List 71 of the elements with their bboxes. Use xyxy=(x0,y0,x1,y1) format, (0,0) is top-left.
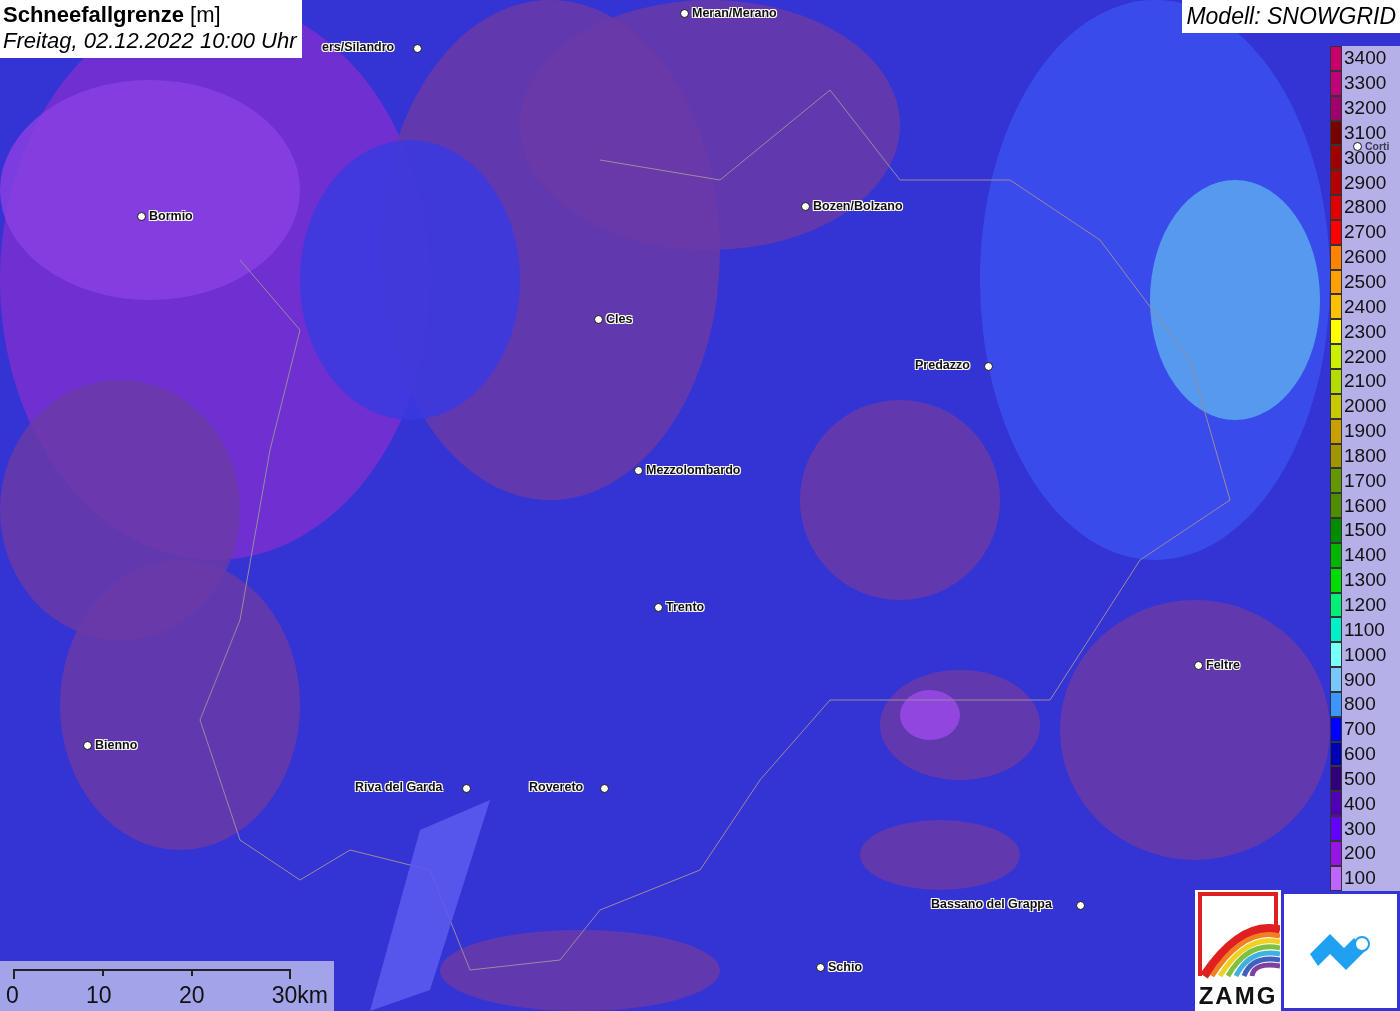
legend-label: 2800 xyxy=(1344,196,1387,219)
city-label: Corti xyxy=(1365,140,1390,152)
city-marker-icon xyxy=(1194,660,1203,670)
city-marker-icon xyxy=(600,784,609,793)
legend-label: 1600 xyxy=(1344,494,1387,517)
legend-label: 1100 xyxy=(1344,618,1385,641)
scale-label: 20 xyxy=(178,982,205,1009)
legend-label: 300 xyxy=(1344,817,1376,840)
scale-label: 10 xyxy=(86,982,112,1009)
legend-label: 1800 xyxy=(1344,444,1387,467)
legend-label: 1700 xyxy=(1344,469,1387,492)
city-label: Rovereto xyxy=(529,780,584,794)
city-marker-icon xyxy=(654,602,663,612)
city-marker-icon xyxy=(1076,901,1085,910)
legend-label: 200 xyxy=(1344,842,1376,865)
legend-label: 100 xyxy=(1344,867,1376,890)
legend-label: 3400 xyxy=(1344,47,1387,70)
city-label: Riva del Garda xyxy=(355,780,443,794)
city-marker-icon xyxy=(634,465,643,475)
legend-label: 800 xyxy=(1344,693,1376,716)
legend-label: 2100 xyxy=(1344,370,1387,393)
city-label: Bassano del Grappa xyxy=(931,897,1052,911)
city-label: Cles xyxy=(606,312,633,326)
city-label: Mezzolombardo xyxy=(646,463,741,477)
legend-label: 3200 xyxy=(1344,97,1387,120)
legend-label: 3100 xyxy=(1344,121,1387,143)
city-label: Predazzo xyxy=(915,358,970,372)
legend-label: 2600 xyxy=(1344,246,1387,269)
legend-label: 1300 xyxy=(1344,569,1387,592)
city-label: ers/Silandro xyxy=(322,40,395,54)
legend-label: 700 xyxy=(1344,718,1376,741)
city-marker-icon xyxy=(83,740,92,750)
model-label: Modell: SNOWGRID xyxy=(1182,0,1400,33)
legend-label: 2400 xyxy=(1344,295,1387,318)
legend-label: 3300 xyxy=(1344,72,1387,95)
logo-text: ZAMG xyxy=(1198,982,1278,1010)
legend-label: 1400 xyxy=(1344,544,1387,567)
legend-label: 2200 xyxy=(1344,345,1387,368)
map-title: Schneefallgrenze [m] xyxy=(3,2,222,28)
city-marker-icon xyxy=(801,201,810,211)
legend-label: 1000 xyxy=(1344,643,1387,666)
scale-ruler-icon xyxy=(13,966,293,980)
legend-label: 400 xyxy=(1344,792,1376,815)
city-label: Meran/Merano xyxy=(692,6,777,20)
legend-label: 600 xyxy=(1344,743,1376,766)
city-marker-icon xyxy=(413,44,422,53)
legend-label: 2000 xyxy=(1344,395,1387,418)
city-label: Schio xyxy=(828,960,863,974)
city-marker-icon xyxy=(137,211,146,221)
legend-label: 2900 xyxy=(1344,171,1387,194)
city-label: Bozen/Bolzano xyxy=(813,199,903,213)
city-marker-icon xyxy=(594,314,603,324)
legend-label: 1500 xyxy=(1344,519,1387,542)
legend-label: 500 xyxy=(1344,767,1376,790)
legend-label: 2700 xyxy=(1344,221,1387,244)
city-marker-icon xyxy=(680,8,689,18)
city-label: Bormio xyxy=(149,209,193,223)
legend-label: 1200 xyxy=(1344,594,1387,616)
scale-label: 0 xyxy=(6,982,19,1009)
city-marker-icon xyxy=(816,962,825,972)
city-label: Feltre xyxy=(1206,658,1241,672)
legend-label: 2300 xyxy=(1344,320,1387,343)
map-date: Freitag, 02.12.2022 10:00 Uhr xyxy=(3,28,297,54)
legend-label: 900 xyxy=(1344,668,1376,691)
city-label: Bienno xyxy=(95,738,138,752)
city-label: Trento xyxy=(666,600,705,614)
legend-label: 1900 xyxy=(1344,420,1387,443)
scale-label: 30km xyxy=(271,982,328,1009)
city-marker-icon xyxy=(462,784,471,793)
city-marker-icon xyxy=(984,362,993,371)
legend-label: 2500 xyxy=(1344,271,1387,293)
